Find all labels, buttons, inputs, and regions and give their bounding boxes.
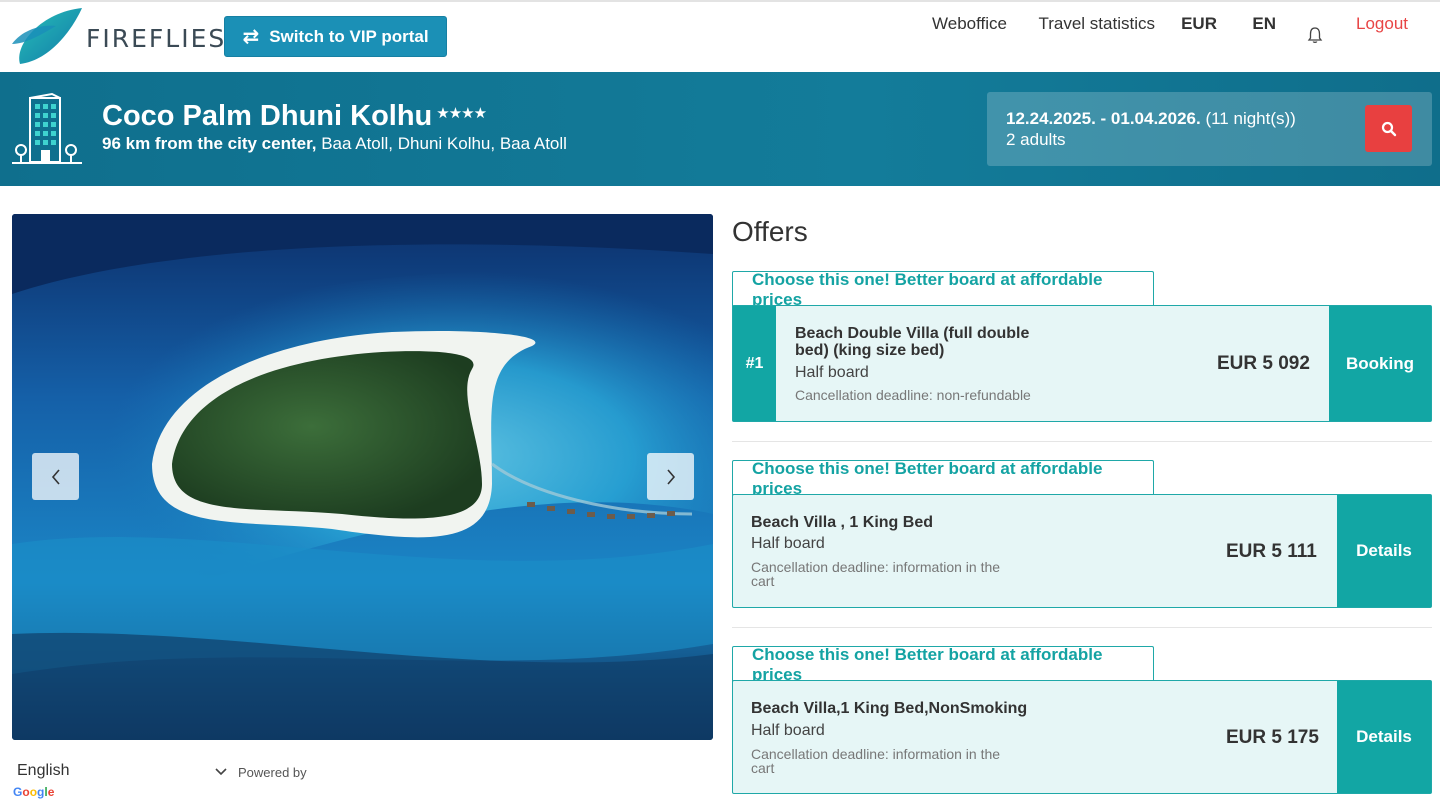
- offer-price: EUR 5 175: [1226, 727, 1319, 748]
- hotel-image-carousel[interactable]: [12, 214, 713, 740]
- offer-card: Beach Villa,1 King Bed,NonSmoking Half b…: [732, 680, 1432, 794]
- offer-tag: Choose this one! Better board at afforda…: [732, 459, 1154, 498]
- booking-button[interactable]: Booking: [1329, 306, 1431, 421]
- offer-room-title-line1: Beach Double Villa (full double: [795, 325, 1030, 342]
- chevron-left-icon: [51, 468, 60, 485]
- top-navigation: FIREFLIES ⇄ Switch to VIP portal Weboffi…: [0, 0, 1440, 72]
- offer-room-title-line2: bed) (king size bed): [795, 342, 945, 359]
- offer-price: EUR 5 111: [1226, 541, 1317, 562]
- offer-room-title: Beach Villa , 1 King Bed: [751, 514, 933, 531]
- brand-logo[interactable]: FIREFLIES: [12, 4, 224, 70]
- chevron-right-icon: [666, 468, 675, 485]
- search-dates: 12.24.2025. - 01.04.2026. (11 night(s)): [1006, 109, 1296, 129]
- offer-rank: #1: [733, 306, 776, 421]
- logout-link[interactable]: Logout: [1356, 14, 1408, 34]
- search-nights: (11 night(s)): [1200, 109, 1296, 128]
- bell-icon[interactable]: [1306, 26, 1324, 44]
- offer-board: Half board: [795, 364, 869, 381]
- search-button[interactable]: [1365, 105, 1412, 152]
- building-icon: [12, 92, 84, 171]
- carousel-prev-button[interactable]: [32, 453, 79, 500]
- offer-card: Beach Villa , 1 King Bed Half board Canc…: [732, 494, 1432, 608]
- hotel-stars: ★★★★: [436, 105, 487, 122]
- switch-vip-portal-button[interactable]: ⇄ Switch to VIP portal: [224, 16, 447, 57]
- google-logo: Google: [13, 785, 55, 799]
- search-date-range: 12.24.2025. - 01.04.2026.: [1006, 109, 1201, 128]
- offer-cancellation: Cancellation deadline: information in th…: [751, 560, 1000, 588]
- offer-room-title: Beach Double Villa (full double bed) (ki…: [795, 325, 1029, 359]
- offer-board: Half board: [751, 535, 825, 552]
- offer-room-title: Beach Villa,1 King Bed,NonSmoking: [751, 700, 1028, 717]
- hotel-title: Coco Palm Dhuni Kolhu ★★★★: [102, 100, 487, 133]
- language-selector[interactable]: EN: [1252, 14, 1276, 34]
- hotel-address: Baa Atoll, Dhuni Kolhu, Baa Atoll: [316, 134, 567, 153]
- offer-cancellation: Cancellation deadline: information in th…: [751, 747, 1000, 775]
- search-summary[interactable]: 12.24.2025. - 01.04.2026. (11 night(s)) …: [987, 92, 1432, 166]
- hotel-header: Coco Palm Dhuni Kolhu ★★★★ 96 km from the…: [0, 72, 1440, 186]
- nav-travel-statistics[interactable]: Travel statistics: [1038, 14, 1155, 34]
- chevron-down-icon[interactable]: [214, 764, 228, 778]
- offers-heading: Offers: [732, 216, 808, 247]
- offer-card: #1 Beach Double Villa (full double bed) …: [732, 305, 1432, 422]
- offer-tag: Choose this one! Better board at afforda…: [732, 270, 1154, 309]
- offer-tag: Choose this one! Better board at afforda…: [732, 645, 1154, 684]
- fireflies-logo-icon: [12, 8, 82, 64]
- offer-cancellation: Cancellation deadline: non-refundable: [795, 387, 1031, 403]
- translate-language-select[interactable]: English: [17, 762, 69, 780]
- switch-vip-portal-label: Switch to VIP portal: [269, 26, 429, 46]
- search-guests: 2 adults: [1006, 130, 1066, 149]
- nav-weboffice[interactable]: Weboffice: [932, 14, 1007, 34]
- offer-divider: [732, 441, 1432, 442]
- search-icon: [1381, 121, 1396, 136]
- currency-selector[interactable]: EUR: [1181, 14, 1217, 34]
- island-photo: [12, 214, 713, 740]
- hotel-distance: 96 km from the city center,: [102, 134, 317, 153]
- offer-cancellation-line2: cart: [751, 573, 775, 589]
- swap-arrows-icon: ⇄: [242, 26, 260, 48]
- offer-divider: [732, 627, 1432, 628]
- offer-cancellation-line1: Cancellation deadline: information in th…: [751, 559, 1001, 575]
- offer-cancellation-line2: cart: [751, 760, 775, 776]
- brand-name: FIREFLIES: [86, 24, 227, 53]
- carousel-next-button[interactable]: [647, 453, 694, 500]
- hotel-name: Coco Palm Dhuni Kolhu: [102, 100, 433, 132]
- details-button[interactable]: Details: [1337, 495, 1431, 607]
- details-button[interactable]: Details: [1337, 681, 1431, 793]
- offer-price: EUR 5 092: [1217, 353, 1310, 374]
- powered-by-label: Powered by: [238, 765, 307, 780]
- offer-board: Half board: [751, 722, 825, 739]
- offer-cancellation-line1: Cancellation deadline: information in th…: [751, 746, 1001, 762]
- hotel-location: 96 km from the city center, Baa Atoll, D…: [102, 134, 567, 154]
